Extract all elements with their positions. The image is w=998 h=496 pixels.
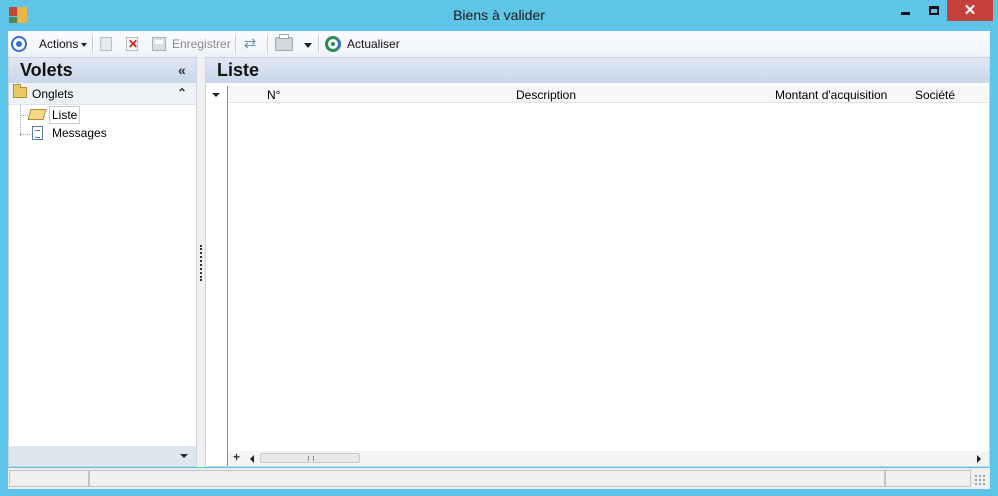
chevron-down-icon	[180, 454, 188, 458]
status-cell	[9, 470, 89, 487]
tree-item-label: Liste	[49, 105, 81, 124]
tree-item-label: Messages	[52, 125, 107, 140]
refresh-icon	[325, 36, 341, 52]
column-header-company[interactable]: Société	[915, 88, 955, 102]
pane-splitter[interactable]	[197, 57, 205, 467]
column-header-amount[interactable]: Montant d'acquisition	[775, 88, 887, 102]
new-document-icon	[100, 37, 112, 51]
sync-button[interactable]: ⇄	[242, 31, 258, 57]
toolbar-separator	[267, 35, 268, 53]
group-label: Onglets	[32, 87, 74, 101]
status-cell	[89, 470, 885, 487]
delete-icon: ✕	[126, 37, 139, 51]
new-button[interactable]	[100, 31, 112, 57]
delete-button[interactable]: ✕	[126, 31, 138, 57]
document-icon	[32, 125, 43, 140]
column-header-description[interactable]: Description	[516, 88, 576, 102]
content-pane: Liste N° Description Montant d'acquisiti…	[205, 57, 990, 467]
app-window: Biens à valider ✕ Actions ✕ Enregistrer …	[0, 0, 998, 496]
minimize-button[interactable]	[891, 0, 919, 21]
collapse-pane-icon[interactable]: «	[178, 62, 186, 78]
print-options-button[interactable]	[301, 31, 312, 57]
tree-item-liste[interactable]: Liste	[27, 105, 81, 124]
scroll-right-icon[interactable]	[977, 455, 981, 463]
refresh-button[interactable]: Actualiser	[325, 31, 400, 57]
print-icon	[275, 34, 293, 51]
page-title: Liste	[217, 60, 260, 80]
add-row-button[interactable]: +	[233, 450, 240, 464]
column-header-number[interactable]: N°	[267, 88, 280, 102]
horizontal-scrollbar[interactable]: +	[228, 450, 989, 466]
toolbar: Actions ✕ Enregistrer ⇄ Actualiser	[8, 31, 990, 57]
maximize-icon	[928, 6, 939, 15]
open-folder-icon	[27, 109, 47, 120]
grip-icon	[308, 456, 314, 461]
target-icon	[11, 36, 27, 52]
scroll-thumb[interactable]	[260, 453, 360, 463]
toolbar-separator	[318, 35, 319, 53]
save-button[interactable]: Enregistrer	[152, 31, 231, 57]
toolbar-separator	[92, 35, 93, 53]
column-chooser-icon[interactable]	[212, 93, 220, 97]
grid-header: N° Description Montant d'acquisition Soc…	[228, 86, 988, 103]
content-header: Liste	[206, 58, 989, 83]
scroll-left-icon[interactable]	[250, 455, 254, 463]
sync-icon: ⇄	[243, 35, 257, 52]
status-cell	[885, 470, 971, 487]
maximize-button[interactable]	[920, 0, 947, 21]
group-collapse-icon[interactable]: ⌃	[177, 86, 187, 100]
toolbar-separator	[235, 35, 236, 53]
splitter-grip-icon	[200, 245, 202, 281]
tree-item-messages[interactable]: Messages	[29, 124, 109, 141]
chevron-down-icon	[304, 42, 312, 48]
close-icon: ✕	[963, 2, 977, 19]
close-button[interactable]: ✕	[947, 0, 993, 21]
actions-label: Actions	[39, 37, 79, 51]
refresh-label: Actualiser	[347, 37, 400, 51]
resize-grip-icon[interactable]	[974, 474, 986, 486]
pane-footer[interactable]	[9, 446, 196, 466]
actions-menu-button[interactable]: Actions	[39, 31, 88, 57]
pane-header: Volets «	[9, 58, 196, 83]
folder-icon	[13, 84, 27, 98]
status-bar	[8, 468, 990, 489]
group-header-onglets[interactable]: Onglets ⌃	[9, 83, 196, 105]
print-button[interactable]	[275, 31, 293, 57]
navigation-pane: Volets « Onglets ⌃ Liste Messages	[8, 57, 197, 467]
save-icon	[152, 37, 166, 51]
minimize-icon	[900, 12, 910, 15]
pane-title: Volets	[20, 60, 73, 80]
save-label: Enregistrer	[172, 37, 231, 51]
row-selector-column	[206, 86, 228, 466]
grid-body[interactable]	[228, 103, 988, 449]
title-bar[interactable]: Biens à valider ✕	[0, 0, 998, 30]
window-title: Biens à valider	[453, 7, 545, 23]
target-button[interactable]	[11, 31, 27, 57]
tree-connector	[20, 105, 21, 136]
chevron-down-icon	[81, 43, 88, 47]
